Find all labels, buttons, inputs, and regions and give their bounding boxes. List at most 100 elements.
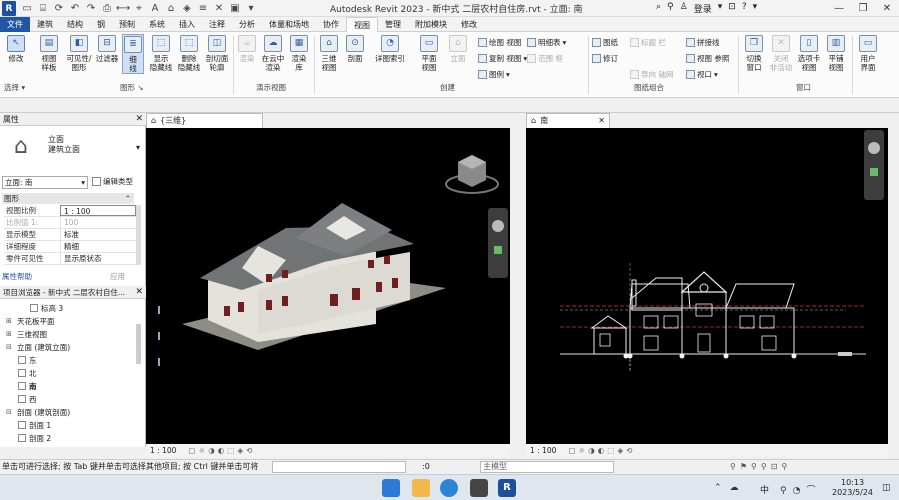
tree-item[interactable]: 东 [18, 354, 37, 366]
show-hidden-lines-button[interactable]: ⬚ 显示 隐藏线 [148, 35, 174, 72]
apply-button[interactable]: 应用 [110, 271, 125, 282]
ribbon-tab[interactable]: 附加模块 [408, 17, 454, 32]
ribbon-tab[interactable]: 注释 [202, 17, 232, 32]
tree-item[interactable]: 北 [18, 367, 37, 379]
tree-item[interactable]: ⊞ 三维视图 [6, 328, 47, 340]
modify-button[interactable]: ↖ 修改 [4, 35, 28, 63]
schedules-button[interactable]: 明细表 ▾ [527, 37, 566, 48]
viewport-splitter[interactable] [510, 128, 526, 444]
collapse-icon[interactable]: ⊟ [6, 408, 14, 416]
cloud-render-button[interactable]: ☁ 在云中 渲染 [260, 35, 286, 72]
user-interface-button[interactable]: ▭ 用户 界面 [856, 35, 880, 72]
collapse-icon[interactable]: ⊟ [6, 343, 14, 351]
tab-views-button[interactable]: ▯ 选项卡 视图 [796, 35, 822, 72]
visibility-graphics-button[interactable]: ◧ 可见性/ 图形 [64, 35, 94, 72]
tree-item[interactable]: 剖面 2 [18, 432, 51, 444]
view-tab-south[interactable]: ⌂ 南 ✕ [526, 113, 610, 128]
remove-hidden-lines-button[interactable]: ⬚ 删除 隐藏线 [176, 35, 202, 72]
sign-in-link[interactable]: 登录 [694, 2, 712, 15]
undo-icon[interactable]: ↶ [68, 1, 82, 15]
expand-icon[interactable]: ⊞ [6, 317, 14, 325]
ribbon-tab[interactable]: 体量和场地 [262, 17, 316, 32]
graphics-section-header[interactable]: 图形 ⌃ [2, 193, 134, 204]
drafting-view-button[interactable]: 绘图 视图 [478, 37, 521, 48]
expand-icon[interactable]: ⊞ [6, 330, 14, 338]
dimension-icon[interactable]: ⌖ [132, 1, 146, 15]
ribbon-tab[interactable]: 系统 [142, 17, 172, 32]
workset-dropdown[interactable] [272, 461, 406, 473]
maximize-button[interactable]: ❐ [851, 0, 875, 17]
chevron-down-icon[interactable]: ▾ [718, 2, 723, 15]
open-icon[interactable]: ▭ [20, 1, 34, 15]
vertical-scrollbar[interactable] [888, 128, 899, 444]
ribbon-tab[interactable]: 钢 [90, 17, 112, 32]
close-hidden-icon[interactable]: ✕ [212, 1, 226, 15]
close-button[interactable]: ✕ [875, 0, 899, 17]
switch-windows-icon[interactable]: ▣ [228, 1, 242, 15]
steering-wheel-icon[interactable] [868, 142, 880, 154]
type-dropdown-icon[interactable]: ▾ [136, 143, 140, 152]
default-3d-icon[interactable]: ⌂ [164, 1, 178, 15]
close-icon[interactable]: ✕ [135, 113, 143, 126]
revit-taskbar-icon[interactable]: R [498, 479, 516, 497]
start-icon[interactable] [382, 479, 400, 497]
duplicate-view-button[interactable]: 复制 视图 ▾ [478, 53, 527, 64]
ribbon-tab[interactable]: 文件 [0, 17, 30, 32]
binoculars-icon[interactable]: ⚲ [667, 2, 674, 15]
section-icon[interactable]: ◈ [180, 1, 194, 15]
scale-control[interactable]: 1 : 100 [530, 446, 556, 455]
minimize-button[interactable]: — [827, 0, 851, 17]
save-icon[interactable]: ⌸ [36, 1, 50, 15]
view-reference-button[interactable]: 视图 参照 [686, 53, 729, 64]
tree-item[interactable]: 西 [18, 393, 37, 405]
plan-view-button[interactable]: ▭ 平面 视图 [416, 35, 442, 72]
section-button[interactable]: ⊙ 剖面 [344, 35, 366, 63]
ribbon-tab[interactable]: 分析 [232, 17, 262, 32]
tile-views-button[interactable]: ▥ 平铺 视图 [824, 35, 848, 72]
ribbon-tab[interactable]: 建筑 [30, 17, 60, 32]
view-scale-input[interactable]: 1 : 100 [60, 205, 136, 216]
filters-button[interactable]: ⊟ 过滤器 [94, 35, 120, 63]
thin-lines-icon[interactable]: ≡ [196, 1, 210, 15]
prop-row-display-model[interactable]: 显示模型 标准 [4, 229, 136, 241]
system-icons[interactable]: ⚲◔⌒ [780, 483, 821, 496]
navigation-bar[interactable] [488, 208, 508, 278]
ime-indicator[interactable]: 中 [760, 483, 769, 496]
browser-scrollbar[interactable] [136, 324, 141, 364]
help-dropdown-icon[interactable]: ▾ [753, 2, 758, 15]
edit-type-button[interactable]: 编辑类型 [92, 176, 133, 188]
cart-icon[interactable]: ⊡ [728, 2, 736, 15]
revit-logo[interactable]: R [2, 1, 16, 16]
thin-lines-button[interactable]: ≣ 细 线 [122, 34, 144, 74]
render-button[interactable]: ☕ 渲染 [236, 35, 258, 63]
callout-button[interactable]: ◔ 详图索引 [372, 35, 408, 63]
matchline-button[interactable]: 拼接线 [686, 37, 720, 48]
sheet-button[interactable]: 图纸 [592, 37, 618, 48]
tray-icons[interactable]: ⌃☁ [714, 483, 747, 493]
ribbon-tab[interactable]: 协作 [316, 17, 346, 32]
elevation-button[interactable]: ⌂ 立面 [446, 35, 470, 63]
ribbon-tab[interactable]: 管理 [378, 17, 408, 32]
sync-icon[interactable]: ⟳ [52, 1, 66, 15]
print-icon[interactable]: ⎙ [100, 1, 114, 15]
instance-selector[interactable]: 立面: 南 ▾ [2, 176, 88, 189]
view-tab-3d[interactable]: ⌂ {三维} [146, 113, 263, 128]
ribbon-tab[interactable]: 预制 [112, 17, 142, 32]
elevation-viewport[interactable] [526, 128, 888, 444]
design-option-dropdown[interactable]: 主模型 [480, 461, 614, 473]
tree-item[interactable]: 标高 3 [30, 302, 63, 314]
zoom-icon[interactable] [494, 246, 502, 254]
close-icon[interactable]: ✕ [135, 286, 143, 298]
ribbon-tab[interactable]: 修改 [454, 17, 484, 32]
view-template-button[interactable]: ▤ 视图 样板 [36, 35, 62, 72]
view-control-icons[interactable]: ▢☼◑◐⬚◈⟲ [568, 446, 635, 455]
title-block-button[interactable]: 标题 栏 [630, 37, 666, 48]
notification-icon[interactable]: ◫ [882, 483, 891, 493]
edge-icon[interactable] [440, 479, 458, 497]
graphics-panel-label[interactable]: 图形 ↘ [120, 82, 144, 93]
tree-item[interactable]: ⊟ 立面 (建筑立面) [6, 341, 70, 353]
view-control-icons[interactable]: ▢☼◑◐⬚◈⟲ [188, 446, 255, 455]
ribbon-tab[interactable]: 结构 [60, 17, 90, 32]
file-explorer-icon[interactable] [412, 479, 430, 497]
user-icon[interactable]: ♙ [680, 2, 688, 15]
